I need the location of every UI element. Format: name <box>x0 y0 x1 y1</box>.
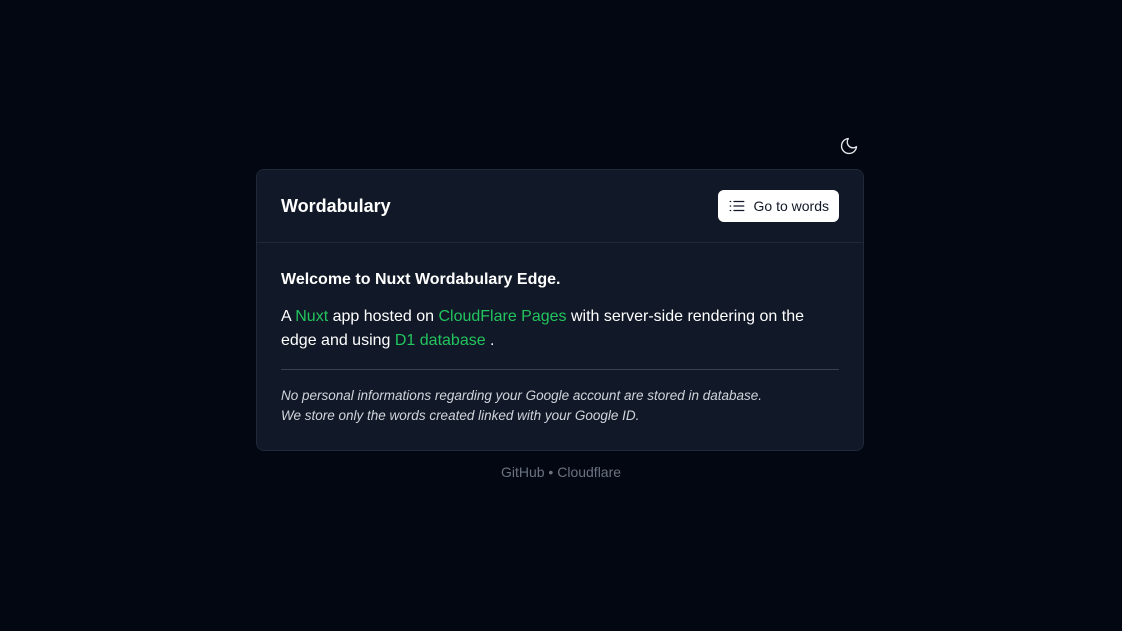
desc-suffix: . <box>485 332 495 349</box>
cloudflare-link[interactable]: Cloudflare <box>557 464 621 480</box>
go-to-words-button[interactable]: Go to words <box>717 190 839 222</box>
privacy-note-line-1: No personal informations regarding your … <box>281 388 763 403</box>
divider <box>281 369 839 370</box>
privacy-note-line-2: We store only the words created linked w… <box>281 408 640 423</box>
moon-icon <box>840 137 858 155</box>
welcome-card: Wordabulary Go to words Welcome to Nuxt … <box>256 169 864 451</box>
footer-separator: • <box>548 464 554 480</box>
cloudflare-pages-link[interactable]: CloudFlare Pages <box>438 308 566 325</box>
description: A Nuxt app hosted on CloudFlare Pages wi… <box>281 305 839 353</box>
desc-text-1: app hosted on <box>328 308 439 325</box>
go-to-words-label: Go to words <box>753 198 829 214</box>
desc-prefix: A <box>281 308 296 325</box>
nuxt-link[interactable]: Nuxt <box>295 308 328 325</box>
list-icon <box>729 200 744 212</box>
footer: GitHub • Cloudflare <box>0 464 1122 480</box>
card-header: Wordabulary Go to words <box>257 170 863 243</box>
github-link[interactable]: GitHub <box>501 464 545 480</box>
privacy-note: No personal informations regarding your … <box>281 386 839 426</box>
theme-toggle-button[interactable] <box>837 134 861 158</box>
d1-database-link[interactable]: D1 database <box>395 332 486 349</box>
welcome-heading: Welcome to Nuxt Wordabulary Edge. <box>281 271 561 288</box>
card-body: Welcome to Nuxt Wordabulary Edge. A Nuxt… <box>257 243 863 426</box>
page-title: Wordabulary <box>281 195 391 216</box>
